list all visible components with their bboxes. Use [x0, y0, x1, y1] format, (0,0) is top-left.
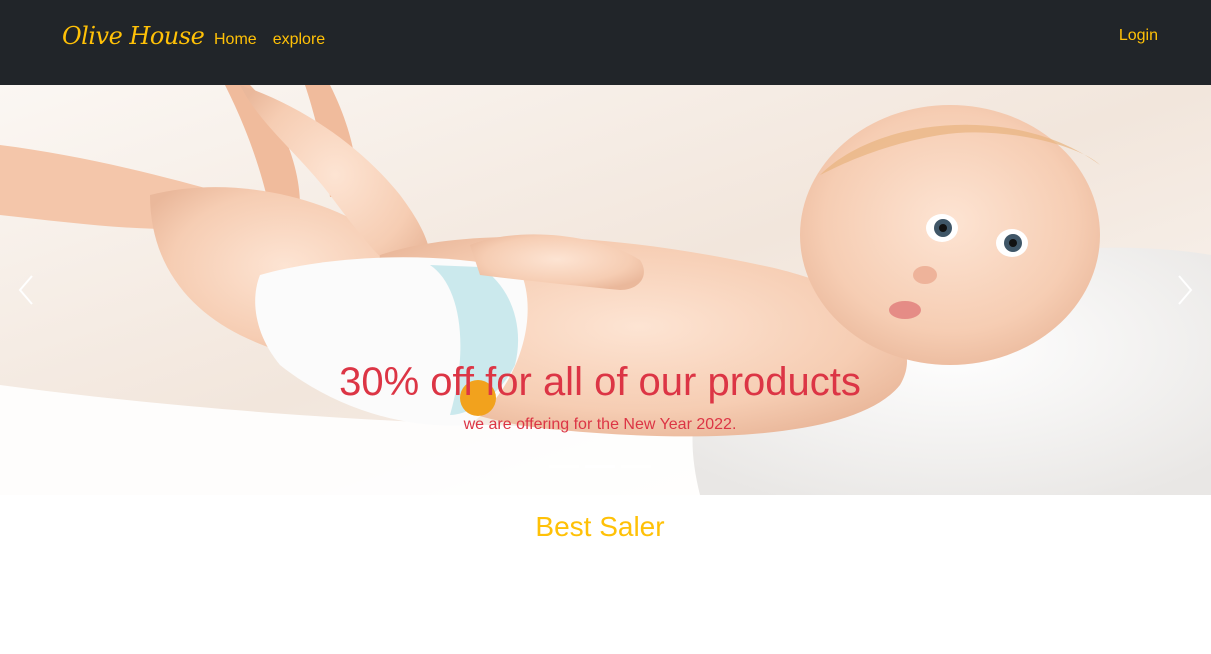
caption-title: 30% off for all of our products	[339, 360, 861, 404]
carousel-indicator-2[interactable]	[585, 465, 615, 468]
carousel-indicator-1[interactable]	[549, 465, 579, 468]
carousel-indicator-3[interactable]	[621, 465, 651, 468]
hero-carousel: 30% off for all of our products we are o…	[0, 85, 1211, 495]
chevron-right-icon	[1178, 275, 1193, 305]
top-navbar: Olive House Home explore Login	[0, 0, 1211, 85]
nav-link-home[interactable]: Home	[214, 30, 257, 50]
brand-logo[interactable]: Olive House	[62, 22, 205, 50]
nav-link-explore[interactable]: explore	[273, 30, 325, 50]
login-link[interactable]: Login	[1119, 26, 1158, 46]
nav-links: Home explore	[214, 30, 325, 50]
caption-subtitle: we are offering for the New Year 2022.	[463, 416, 737, 433]
best-saler-heading: Best Saler	[535, 511, 665, 542]
chevron-left-icon	[18, 275, 33, 305]
carousel-indicators	[0, 465, 1200, 468]
carousel-caption: 30% off for all of our products we are o…	[0, 357, 1200, 435]
